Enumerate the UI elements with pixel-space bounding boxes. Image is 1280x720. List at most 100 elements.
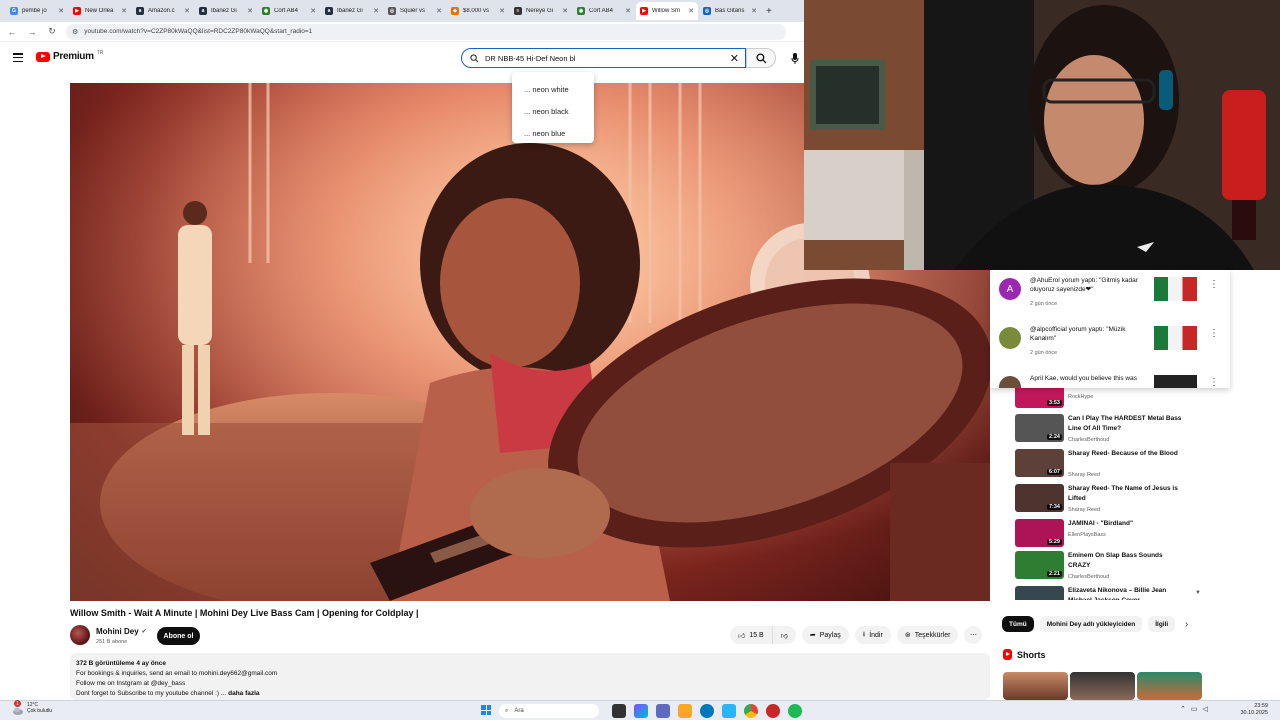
suggestion-item[interactable]: ... neon black: [512, 100, 594, 122]
chevron-up-icon[interactable]: ⌃: [1180, 705, 1186, 713]
browser-tab[interactable]: ◉ Cort AB4 ✕: [573, 2, 635, 20]
suggestion-item[interactable]: ... neon blue: [512, 122, 594, 144]
suggestion-item[interactable]: ... neon white: [512, 78, 594, 100]
tab-label: Willow Sm: [652, 8, 680, 14]
close-tab-icon[interactable]: ✕: [310, 7, 316, 15]
close-tab-icon[interactable]: ✕: [499, 7, 505, 15]
close-tab-icon[interactable]: ✕: [58, 7, 64, 15]
more-vert-icon[interactable]: ⋮: [1209, 328, 1219, 339]
close-tab-icon[interactable]: ✕: [436, 7, 442, 15]
browser-tab[interactable]: ▶ New Orlea ✕: [69, 2, 131, 20]
share-button[interactable]: ➦ Paylaş: [801, 626, 849, 644]
like-button[interactable]: 👍︎ 15 B: [730, 626, 772, 644]
spotify-icon[interactable]: [788, 704, 802, 718]
close-tab-icon[interactable]: ✕: [373, 7, 379, 15]
browser-tab[interactable]: ≡ Nereye Gi ✕: [510, 2, 572, 20]
browser-tab[interactable]: ◉ Cort AB4 ✕: [258, 2, 320, 20]
browser-tab[interactable]: a Amazon.c ✕: [132, 2, 194, 20]
close-tab-icon[interactable]: ✕: [751, 7, 757, 15]
channel-avatar[interactable]: [70, 625, 90, 645]
copilot-icon[interactable]: [634, 704, 648, 718]
more-vert-icon[interactable]: ⋮: [1209, 279, 1219, 290]
search-button[interactable]: [746, 48, 776, 68]
browser-tab[interactable]: Gpembe jo ✕: [6, 2, 68, 20]
chip-related[interactable]: İlgili: [1148, 616, 1176, 632]
recommended-item[interactable]: 7:34 Sharay Reed- The Name of Jesus is L…: [1015, 484, 1205, 518]
voice-search-icon[interactable]: [786, 49, 804, 67]
close-tab-icon[interactable]: ✕: [688, 7, 694, 15]
recommended-item[interactable]: 5:29 JAMINAI - "Birdland" EllenPlaysBass: [1015, 519, 1205, 553]
subscriber-count: 251 B abone: [96, 639, 128, 645]
download-label: İndir: [869, 631, 883, 639]
browser-tab[interactable]: ◎ Squier vs ✕: [384, 2, 446, 20]
browser-tab[interactable]: ▶ Willow Sm ✕: [636, 2, 698, 20]
new-tab-button[interactable]: +: [766, 6, 772, 17]
reload-icon[interactable]: ↻: [46, 26, 58, 37]
chevron-right-icon[interactable]: ›: [1185, 619, 1188, 630]
clock[interactable]: 23:59 30.10.2025: [1238, 703, 1268, 717]
search-input[interactable]: DR NBB-45 Hi-Def Neon bl ✕: [461, 48, 746, 68]
browser-tab[interactable]: a Ibanez Gi ✕: [195, 2, 257, 20]
taskbar: 1 12°C Çok bulutlu ⌕ Ara ⌃ ▭ ◁ 23:59 30.…: [0, 700, 1280, 720]
download-button[interactable]: ⭳ İndir: [854, 626, 891, 644]
more-actions-icon[interactable]: ⋯: [964, 626, 983, 644]
thumb-up-icon: 👍︎: [738, 632, 746, 640]
dislike-button[interactable]: 👎︎: [771, 626, 796, 644]
notification-item[interactable]: April Kae, would you believe this was ⋮: [990, 368, 1230, 388]
recommended-item[interactable]: 6:07 Sharay Reed- Because of the Blood S…: [1015, 449, 1205, 483]
tab-favicon-icon: a: [136, 7, 144, 15]
taskbar-search[interactable]: ⌕ Ara: [499, 704, 599, 718]
site-info-icon[interactable]: ⚙: [72, 28, 78, 36]
close-tab-icon[interactable]: ✕: [562, 7, 568, 15]
thanks-button[interactable]: ⊛ Teşekkürler: [896, 626, 959, 644]
recommended-item[interactable]: 2:21 Eminem On Slap Bass Sounds CRAZY Ch…: [1015, 551, 1205, 585]
back-icon[interactable]: ←: [6, 27, 18, 37]
desc-line: Dont forget to Subscribe to my youtube c…: [76, 690, 227, 697]
file-explorer-icon[interactable]: [678, 704, 692, 718]
forward-icon[interactable]: →: [26, 27, 38, 37]
recommended-item[interactable]: 2:24 Can I Play The HARDEST Metal Bass L…: [1015, 414, 1205, 448]
store-icon[interactable]: [722, 704, 736, 718]
volume-icon[interactable]: ◁: [1203, 705, 1208, 713]
task-view-icon[interactable]: [612, 704, 626, 718]
recommended-scrollbar[interactable]: ▼: [1195, 380, 1201, 600]
scroll-down-icon[interactable]: ▼: [1195, 590, 1201, 596]
close-tab-icon[interactable]: ✕: [625, 7, 631, 15]
network-icon[interactable]: ▭: [1191, 705, 1198, 713]
browser-tab[interactable]: ◆ $8.000 vs ✕: [447, 2, 509, 20]
short-thumbnail[interactable]: [1070, 672, 1135, 700]
url-field[interactable]: ⚙ youtube.com/watch?v=C2ZP80kWaQQ&list=R…: [66, 23, 786, 40]
clear-search-icon[interactable]: ✕: [730, 52, 739, 65]
chrome-icon[interactable]: [744, 704, 758, 718]
recommended-title: Elizaveta Nikonova – Billie Jean Michael…: [1068, 587, 1167, 600]
recommended-item[interactable]: Elizaveta Nikonova – Billie Jean Michael…: [1015, 586, 1205, 600]
clock-time: 23:59: [1254, 703, 1268, 709]
close-tab-icon[interactable]: ✕: [247, 7, 253, 15]
notification-item[interactable]: @alpcofficial yorum yaptı: "Müzik Kanalı…: [990, 319, 1230, 367]
short-thumbnail[interactable]: [1137, 672, 1202, 700]
like-count: 15 B: [749, 631, 764, 639]
notification-avatar: A: [999, 278, 1021, 300]
subscribe-button[interactable]: Abone ol: [157, 627, 200, 645]
close-tab-icon[interactable]: ✕: [121, 7, 127, 15]
more-vert-icon[interactable]: ⋮: [1209, 377, 1219, 388]
close-tab-icon[interactable]: ✕: [184, 7, 190, 15]
notification-item[interactable]: A @AhuErol yorum yaptı: "Gitmiş kadar ol…: [990, 270, 1230, 318]
cloud-icon: 1: [12, 700, 24, 715]
show-more-link[interactable]: daha fazla: [228, 690, 259, 697]
browser-tab[interactable]: a Ibanez Gi ✕: [321, 2, 383, 20]
start-icon[interactable]: [479, 703, 493, 717]
browser-tab[interactable]: ◎ Bas Gitaris ✕: [699, 2, 761, 20]
shorts-header: Shorts: [1003, 649, 1046, 660]
short-thumbnail[interactable]: [1003, 672, 1068, 700]
chip-all[interactable]: Tümü: [1002, 616, 1034, 632]
teams-icon[interactable]: [656, 704, 670, 718]
menu-icon[interactable]: [13, 53, 23, 62]
youtube-logo[interactable]: Premium TR: [36, 50, 103, 62]
edge-icon[interactable]: [700, 704, 714, 718]
recording-app-icon[interactable]: [766, 704, 780, 718]
weather-widget[interactable]: 1 12°C Çok bulutlu: [12, 700, 52, 715]
description-box[interactable]: 372 B görüntüleme 4 ay önce For bookings…: [70, 653, 990, 700]
chip-uploader[interactable]: Mohini Dey adlı yükleyiciden: [1039, 616, 1143, 632]
channel-name[interactable]: Mohini Dey ✔: [96, 627, 147, 636]
